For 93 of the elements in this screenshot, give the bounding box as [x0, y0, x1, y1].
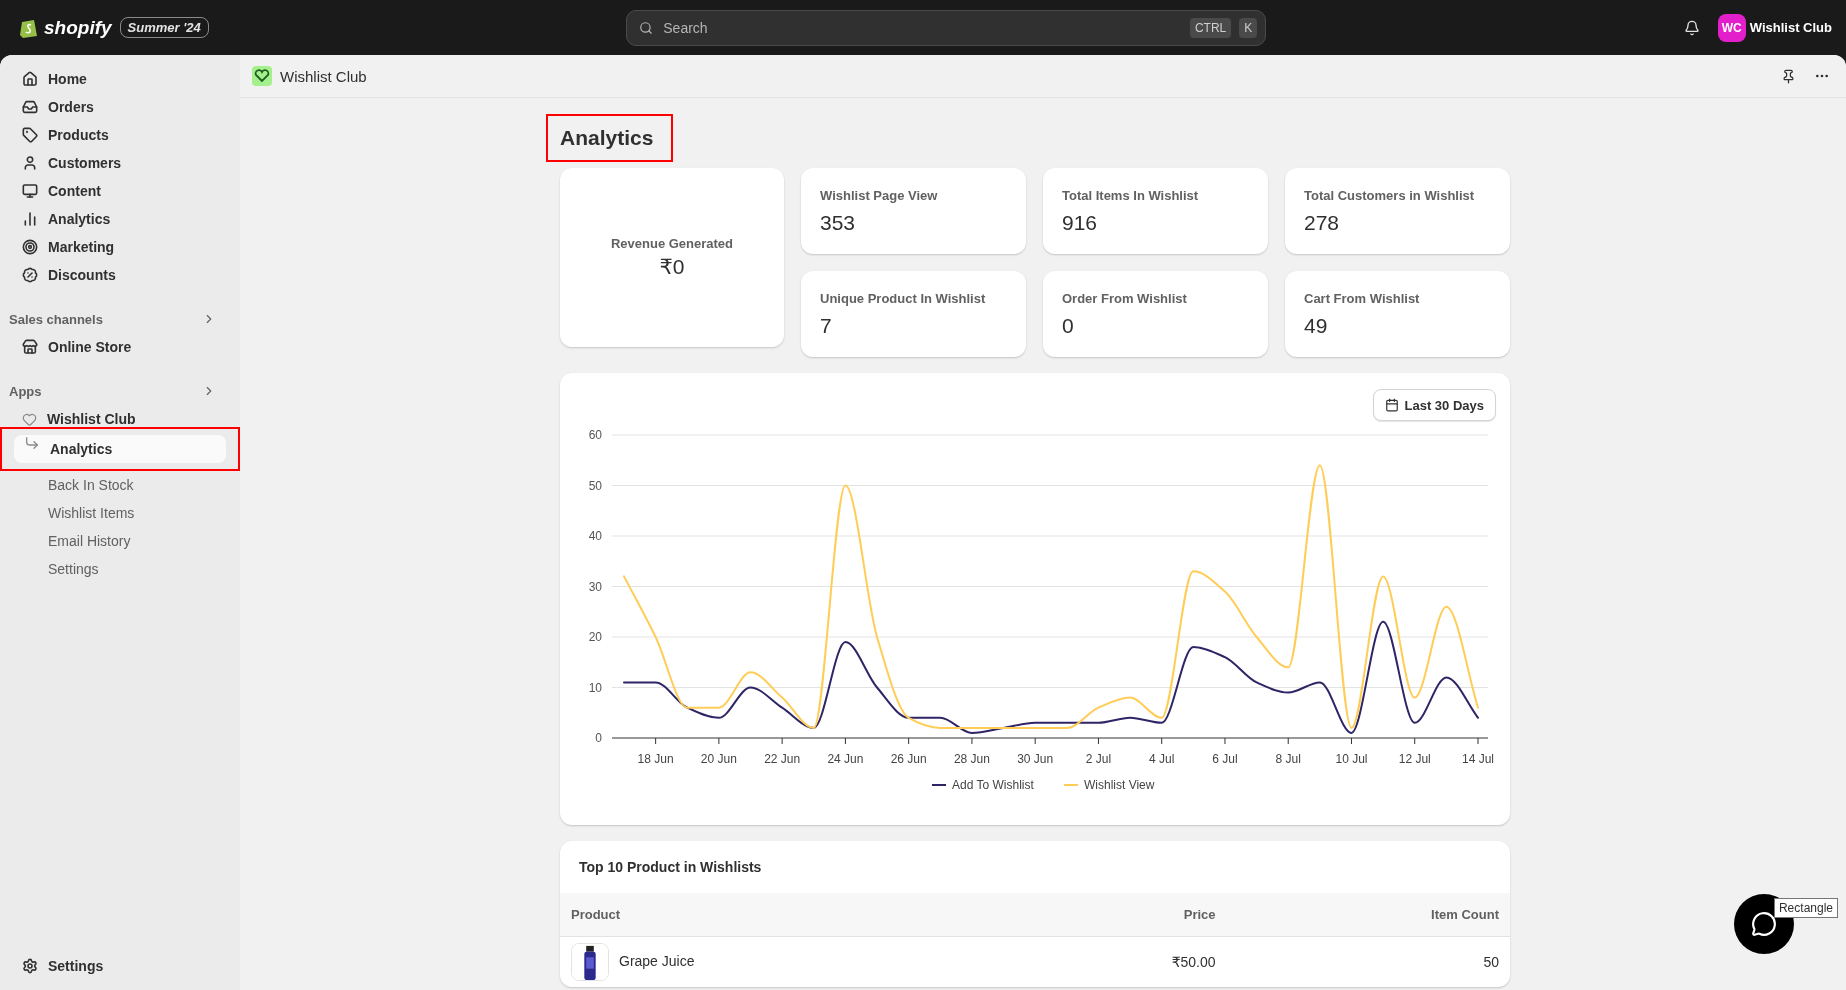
- shortcut-key: K: [1239, 17, 1258, 38]
- tooltip: Rectangle: [1773, 898, 1838, 918]
- search-field[interactable]: Search CTRL K: [626, 9, 1267, 46]
- app-title: Wishlist Club: [280, 67, 368, 85]
- x-tick-label: 14 Jul: [1462, 752, 1494, 766]
- sidebar-item[interactable]: Marketing: [12, 233, 228, 261]
- count-cell: 50: [1226, 936, 1510, 987]
- sidebar-item[interactable]: Analytics: [12, 205, 228, 233]
- notification-bell-icon[interactable]: [1683, 19, 1700, 36]
- stat-value: ₹0: [659, 255, 685, 279]
- x-tick-label: 4 Jul: [1149, 752, 1175, 766]
- legend-label: Wishlist View: [1084, 778, 1155, 792]
- x-tick-label: 6 Jul: [1212, 752, 1238, 766]
- search-icon: [639, 20, 654, 35]
- x-tick-label: 30 Jun: [1017, 752, 1054, 766]
- stat-value: 916: [1062, 211, 1099, 235]
- stat-label: Unique Product In Wishlist: [820, 291, 987, 306]
- stat-value: 0: [1062, 314, 1075, 338]
- sidebar-item[interactable]: Products: [12, 121, 228, 149]
- sidebar-item[interactable]: Settings: [12, 952, 228, 980]
- x-tick-label: 28 Jun: [953, 752, 990, 766]
- calendar-icon: [1384, 398, 1399, 412]
- sidebar-item[interactable]: Discounts: [12, 261, 228, 289]
- product-cell: Grape Juice: [560, 936, 1019, 987]
- section-title: Apps: [9, 383, 42, 399]
- shopping-bag-logo-icon: [20, 17, 38, 38]
- sidebar-item[interactable]: Online Store: [12, 333, 228, 361]
- bar-chart-icon: [22, 211, 38, 227]
- legend-label: Add To Wishlist: [952, 778, 1034, 792]
- column-header: Price: [1018, 893, 1227, 937]
- x-tick-label: 8 Jul: [1275, 752, 1301, 766]
- sidebar-subitem[interactable]: Settings: [12, 555, 228, 583]
- y-tick-label: 50: [588, 478, 602, 493]
- sidebar-item[interactable]: Customers: [12, 149, 228, 177]
- column-header: Product: [560, 893, 1019, 937]
- pin-icon[interactable]: [1781, 68, 1796, 84]
- stat-label: Order From Wishlist: [1062, 291, 1188, 306]
- shortcut-key: CTRL: [1189, 17, 1232, 38]
- price-cell: ₹50.00: [1018, 936, 1227, 987]
- table-title: Top 10 Product in Wishlists: [578, 858, 763, 877]
- settings-icon: [22, 958, 38, 974]
- chat-bubble-icon: [1751, 911, 1777, 937]
- stat-value: 278: [1304, 211, 1341, 235]
- x-tick-label: 2 Jul: [1085, 752, 1112, 766]
- sidebar-subitem[interactable]: Analytics: [14, 435, 226, 463]
- search-input[interactable]: Search: [661, 18, 1182, 37]
- x-tick-label: 22 Jun: [764, 752, 801, 766]
- x-tick-label: 24 Jun: [827, 752, 864, 766]
- inbox-icon: [22, 99, 38, 115]
- stat-value: 353: [820, 211, 857, 235]
- y-tick-label: 0: [595, 731, 602, 745]
- x-tick-label: 26 Jun: [890, 752, 927, 766]
- section-title: Sales channels: [9, 311, 103, 327]
- sidebar-subitem[interactable]: Back In Stock: [12, 471, 228, 499]
- stat-value: 7: [820, 314, 833, 338]
- person-icon: [22, 155, 38, 171]
- monitor-icon: [22, 183, 38, 199]
- y-tick-label: 60: [588, 428, 602, 442]
- sidebar-subitem[interactable]: Wishlist Items: [12, 499, 228, 527]
- y-tick-label: 20: [588, 630, 602, 644]
- x-tick-label: 20 Jun: [700, 752, 737, 766]
- x-tick-label: 12 Jul: [1398, 752, 1431, 766]
- x-tick-label: 10 Jul: [1335, 752, 1368, 766]
- home-icon: [22, 71, 38, 87]
- sidebar-item[interactable]: Content: [12, 177, 228, 205]
- heart-icon: [22, 411, 37, 427]
- y-tick-label: 30: [588, 579, 602, 594]
- store-avatar[interactable]: WC: [1717, 13, 1746, 42]
- stat-label: Wishlist Page View: [820, 188, 939, 203]
- stat-label: Cart From Wishlist: [1304, 291, 1421, 306]
- app-logo-icon: [252, 66, 272, 86]
- page-title: Analytics: [546, 114, 674, 162]
- stat-value: 49: [1304, 314, 1329, 338]
- stat-label: Total Customers in Wishlist: [1304, 188, 1476, 203]
- sidebar-subitem[interactable]: Email History: [12, 527, 228, 555]
- branch-arrow-icon: [24, 435, 40, 451]
- target-icon: [22, 239, 38, 255]
- date-range-button[interactable]: Last 30 Days: [1372, 389, 1496, 421]
- edition-badge: Summer '24: [119, 17, 209, 38]
- tag-icon: [22, 127, 38, 143]
- sidebar-item[interactable]: Orders: [12, 93, 228, 121]
- store-icon: [22, 339, 38, 355]
- stat-label: Total Items In Wishlist: [1062, 188, 1200, 203]
- store-name[interactable]: Wishlist Club: [1749, 20, 1832, 35]
- brand-name: shopify: [44, 16, 112, 39]
- y-tick-label: 40: [588, 529, 602, 543]
- stat-label: Revenue Generated: [610, 236, 734, 251]
- y-tick-label: 10: [588, 680, 602, 695]
- column-header: Item Count: [1226, 893, 1510, 937]
- percent-badge-icon: [22, 267, 38, 283]
- sidebar-item[interactable]: Home: [12, 65, 228, 93]
- sidebar-item[interactable]: Wishlist Club: [12, 405, 228, 433]
- x-tick-label: 18 Jun: [637, 752, 674, 766]
